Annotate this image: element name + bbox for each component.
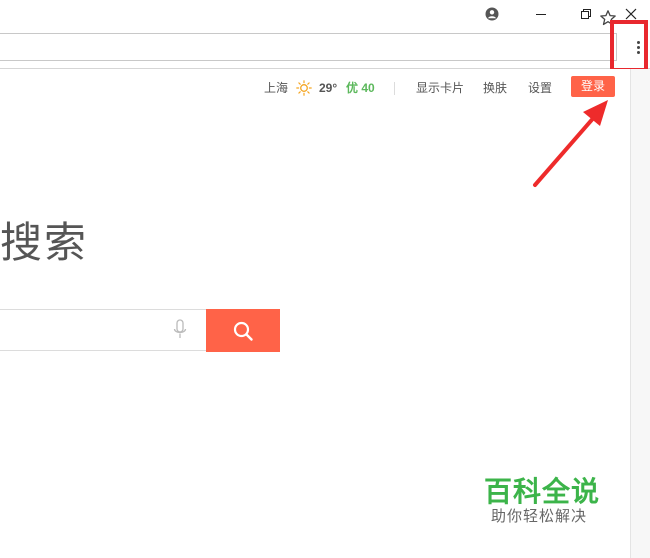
skin-link[interactable]: 换肤: [483, 77, 507, 99]
account-circle-icon[interactable]: [472, 0, 512, 28]
window-titlebar: [0, 0, 650, 28]
top-nav: 上海 29° 优 40 显示卡片 换肤 设置: [0, 77, 630, 101]
show-card-link[interactable]: 显示卡片: [416, 77, 464, 99]
settings-link[interactable]: 设置: [528, 77, 552, 99]
page-headline: 搜索: [0, 218, 89, 267]
nav-divider: [394, 82, 395, 95]
watermark-subtitle: 助你轻松解决: [491, 507, 588, 525]
weather-city[interactable]: 上海: [264, 77, 288, 99]
browser-toolbar: [0, 28, 650, 69]
address-bar[interactable]: [0, 33, 617, 61]
weather-temperature[interactable]: 29°: [319, 77, 337, 99]
login-button[interactable]: 登录: [571, 76, 615, 97]
vertical-scrollbar[interactable]: [630, 69, 650, 558]
search-button[interactable]: [206, 309, 280, 352]
watermark-logo-text: 百科全说: [484, 475, 601, 508]
minimize-icon[interactable]: [521, 0, 561, 28]
microphone-icon[interactable]: [172, 319, 188, 341]
more-vertical-icon[interactable]: [630, 37, 646, 57]
air-quality[interactable]: 优 40: [346, 77, 375, 99]
sun-icon: [296, 80, 312, 96]
search-icon: [233, 321, 253, 341]
